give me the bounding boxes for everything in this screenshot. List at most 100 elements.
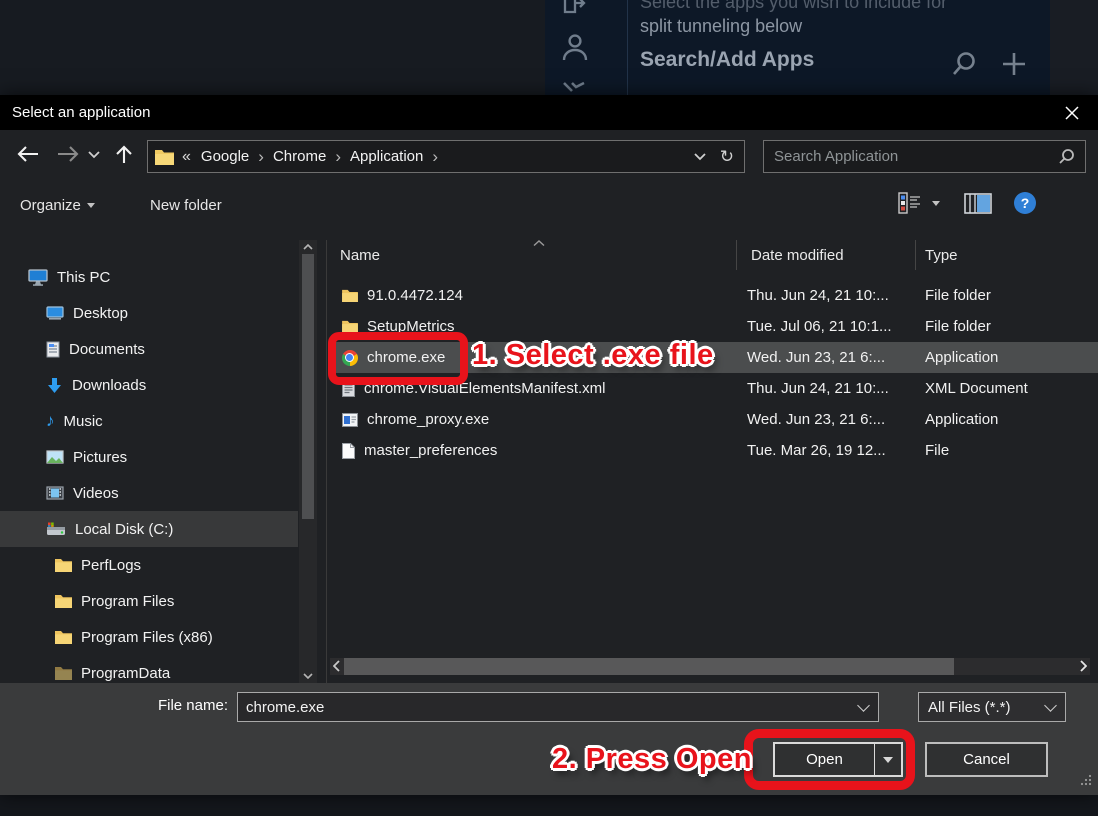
music-icon: ♪ [46,414,55,428]
file-date: Thu. Jun 24, 21 10:... [737,380,916,397]
search-icon[interactable] [1058,148,1075,165]
dialog-toolbar: Organize New folder ? [0,180,1098,238]
scroll-left-icon[interactable] [333,660,340,672]
logout-icon[interactable] [561,0,587,16]
change-view-icon[interactable] [898,192,922,214]
breadcrumb[interactable]: « Google › Chrome › Application › ↻ [147,140,745,173]
folder-icon [55,666,72,680]
file-type-dropdown[interactable]: All Files (*.*) [918,692,1066,722]
scrollbar-thumb[interactable] [344,658,954,675]
breadcrumb-segment-google[interactable]: Google [201,148,249,165]
close-button[interactable] [1050,95,1094,130]
sidebar-item-program-files[interactable]: Program Files [0,583,298,619]
close-icon [1065,106,1079,120]
search-box[interactable] [763,140,1086,173]
sidebar-item-program-files-x86[interactable]: Program Files (x86) [0,619,298,655]
file-name-combobox[interactable] [237,692,879,722]
desktop-background [0,0,545,95]
column-header-type[interactable]: Type [916,240,1098,270]
sidebar-scrollbar[interactable] [299,240,317,683]
folder-icon [55,594,72,608]
file-dialog: Select an application « Google › [0,95,1098,795]
dialog-footer: File name: All Files (*.*) Open Cancel [0,683,1098,795]
places-sidebar: This PC Desktop Documents Downloads ♪ [0,240,298,683]
file-list-header: Name Date modified Type [330,240,1098,270]
file-name-input[interactable] [238,699,859,716]
navigation-row: « Google › Chrome › Application › ↻ [0,130,1098,180]
scrollbar-thumb[interactable] [302,254,314,519]
cancel-button[interactable]: Cancel [925,742,1048,777]
annotation-box-press-open [744,729,915,790]
file-row-master-preferences[interactable]: master_preferences Tue. Mar 26, 19 12...… [330,435,1098,466]
sidebar-item-local-disk-c[interactable]: Local Disk (C:) [0,511,298,547]
profile-icon[interactable] [561,32,589,62]
pane-divider [326,240,327,683]
organize-button[interactable]: Organize [20,197,95,214]
file-icon [342,443,355,459]
file-date: Tue. Mar 26, 19 12... [737,442,916,459]
search-input[interactable] [774,148,1044,165]
folder-icon [55,558,72,572]
sidebar-item-perflogs[interactable]: PerfLogs [0,547,298,583]
annotation-step2-text: 2. Press Open [552,743,752,776]
sort-ascending-icon [533,240,545,246]
folder-icon [155,149,174,165]
back-icon[interactable] [16,145,40,163]
breadcrumb-separator-icon[interactable]: › [432,147,438,167]
dialog-titlebar: Select an application [0,95,1098,130]
sidebar-item-programdata[interactable]: ProgramData [0,655,298,683]
view-dropdown-icon[interactable] [932,201,940,206]
new-folder-button[interactable]: New folder [150,197,222,214]
documents-icon [46,341,60,358]
up-icon[interactable] [114,145,134,164]
breadcrumb-separator-icon[interactable]: › [258,147,264,167]
file-type: File folder [916,287,1098,304]
column-header-date-modified[interactable]: Date modified [737,240,916,270]
sidebar-item-music[interactable]: ♪ Music [0,403,298,439]
application-icon [342,413,358,427]
pictures-icon [46,450,64,464]
folder-icon [342,289,358,302]
file-date: Wed. Jun 23, 21 6:... [737,349,916,366]
sidebar-item-desktop[interactable]: Desktop [0,295,298,331]
breadcrumb-separator-icon[interactable]: › [335,147,341,167]
this-pc-icon [28,269,48,286]
dialog-title: Select an application [12,104,150,121]
add-app-icon[interactable] [1000,50,1028,78]
sidebar-item-documents[interactable]: Documents [0,331,298,367]
help-icon[interactable]: ? [1014,192,1036,214]
recent-locations-icon[interactable] [88,151,100,159]
vpn-app-window: Select the apps you wish to include for … [545,0,1050,95]
app-search-icon[interactable] [950,50,978,78]
resize-grip[interactable] [1079,773,1092,786]
sidebar-item-pictures[interactable]: Pictures [0,439,298,475]
breadcrumb-collapsed[interactable]: « [182,148,191,166]
sidebar-item-videos[interactable]: Videos [0,475,298,511]
desktop-background-right [1050,0,1098,95]
address-dropdown-icon[interactable] [694,153,706,161]
chevron-down-icon [1044,699,1057,712]
scroll-down-icon[interactable] [303,673,313,679]
preview-pane-icon[interactable] [964,193,992,214]
annotation-step1-text: 1. Select .exe file [472,339,714,372]
scroll-up-icon[interactable] [303,244,313,250]
file-row-chrome-proxy-exe[interactable]: chrome_proxy.exe Wed. Jun 23, 21 6:... A… [330,404,1098,435]
breadcrumb-segment-application[interactable]: Application [350,148,423,165]
annotation-box-select-exe [328,332,468,385]
organize-caret-icon [87,203,95,208]
file-name: chrome_proxy.exe [367,411,489,428]
sidebar-item-downloads[interactable]: Downloads [0,367,298,403]
breadcrumb-segment-chrome[interactable]: Chrome [273,148,326,165]
chevron-down-icon[interactable] [857,699,870,712]
wrench-icon[interactable] [561,80,587,95]
scroll-right-icon[interactable] [1080,660,1087,672]
file-row-91-0-4472-124[interactable]: 91.0.4472.124 Thu. Jun 24, 21 10:... Fil… [330,280,1098,311]
desktop-icon [46,306,64,321]
refresh-icon[interactable]: ↻ [720,147,734,167]
file-type: File folder [916,318,1098,335]
forward-icon[interactable] [56,145,80,163]
sidebar-item-this-pc[interactable]: This PC [0,259,298,295]
file-type: Application [916,349,1098,366]
file-date: Wed. Jun 23, 21 6:... [737,411,916,428]
horizontal-scrollbar[interactable] [330,658,1090,675]
